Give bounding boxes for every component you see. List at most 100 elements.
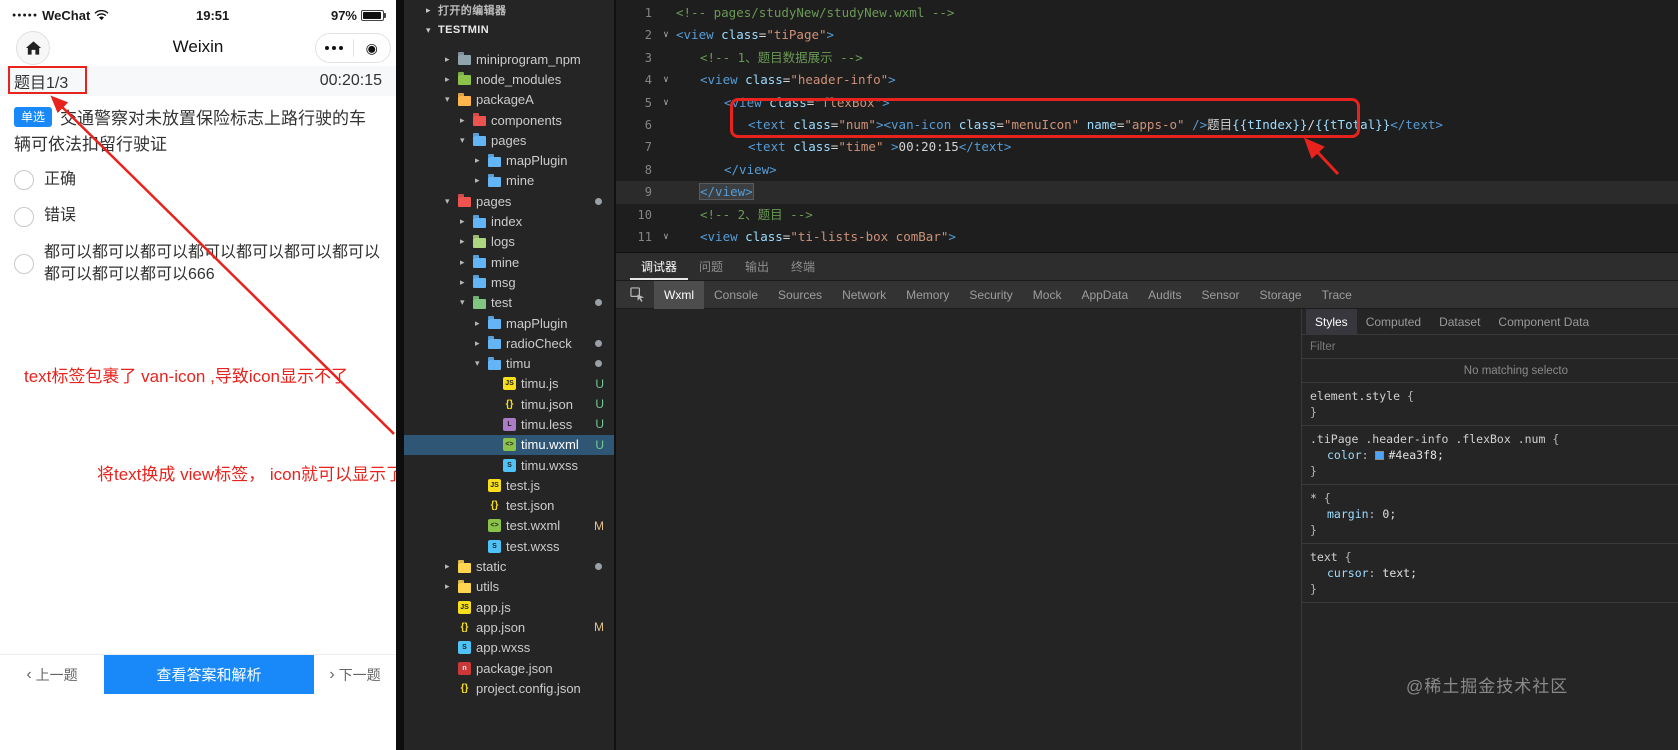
tree-file-timu.less[interactable]: Ltimu.less U [404, 414, 614, 434]
exit-target-icon[interactable]: ◉ [354, 34, 391, 62]
code-line[interactable]: 5 ∨ <view class="flexBox"> [616, 92, 1678, 114]
tree-file-test.wxml[interactable]: <> test.wxml M [404, 516, 614, 536]
file-label: app.wxss [476, 640, 531, 656]
tree-file-app.js[interactable]: JS app.js [404, 597, 614, 617]
code-line[interactable]: 8 </view> [616, 159, 1678, 181]
code-line[interactable]: 9 </view> [616, 181, 1678, 204]
tree-folder-mapPlugin[interactable]: ▸ mapPlugin [404, 313, 614, 333]
open-editors-header[interactable]: ▸ 打开的编辑器 [404, 0, 614, 20]
devtools-tab-4[interactable]: Memory [896, 281, 959, 309]
open-brace: { [1316, 491, 1331, 505]
debug-tab-2[interactable]: 输出 [734, 253, 780, 280]
styles-tab-2[interactable]: Dataset [1430, 309, 1489, 335]
tree-file-timu.json[interactable]: {} timu.json U [404, 394, 614, 414]
project-header[interactable]: ▾ TESTMIN [404, 20, 614, 40]
tree-file-test.wxss[interactable]: Stest.wxss [404, 536, 614, 556]
tree-folder-mine[interactable]: ▸ mine [404, 252, 614, 272]
file-tree: ▸ miniprogram_npm ▸ node_modules ▾ packageA ▸ c… [404, 49, 614, 699]
code-line[interactable]: 11 ∨ <view class="ti-lists-box comBar"> [616, 226, 1678, 248]
radio-circle-icon[interactable] [14, 170, 34, 191]
tree-file-project.config.json[interactable]: {} project.config.json [404, 678, 614, 698]
tree-folder-utils[interactable]: ▸ utils [404, 577, 614, 597]
devtools-tab-9[interactable]: Sensor [1192, 281, 1250, 309]
tree-folder-components[interactable]: ▸ components [404, 110, 614, 130]
tree-folder-pages[interactable]: ▾ pages [404, 191, 614, 211]
code-line[interactable]: 4 ∨ <view class="header-info"> [616, 69, 1678, 91]
debug-tab-1[interactable]: 问题 [688, 253, 734, 280]
tree-folder-test[interactable]: ▾ test [404, 293, 614, 313]
tree-folder-miniprogram_npm[interactable]: ▸ miniprogram_npm [404, 49, 614, 69]
tree-folder-mine[interactable]: ▸ mine [404, 171, 614, 191]
devtools-tab-7[interactable]: AppData [1071, 281, 1138, 309]
tree-folder-logs[interactable]: ▸ logs [404, 232, 614, 252]
color-swatch[interactable] [1375, 451, 1385, 460]
tree-folder-index[interactable]: ▸ index [404, 211, 614, 231]
devtools-tab-0[interactable]: Wxml [654, 280, 704, 309]
file-label: project.config.json [476, 680, 581, 696]
css-declaration[interactable]: color: #4ea3f8; [1310, 447, 1670, 463]
radio-circle-icon[interactable] [14, 206, 34, 227]
styles-tab-0[interactable]: Styles [1306, 308, 1357, 335]
devtools-tab-2[interactable]: Sources [768, 281, 832, 309]
code-line[interactable]: 3 <!-- 1、题目数据展示 --> [616, 47, 1678, 69]
quiz-option[interactable]: 正确 [14, 162, 382, 198]
devtools-tab-8[interactable]: Audits [1138, 281, 1191, 309]
code-line[interactable]: 7 <text class="time" >00:20:15</text> [616, 136, 1678, 158]
radio-circle-icon[interactable] [14, 254, 34, 275]
devtools-tab-6[interactable]: Mock [1023, 281, 1072, 309]
view-answer-button[interactable]: 查看答案和解析 [104, 655, 314, 694]
styles-tab-3[interactable]: Component Data [1489, 309, 1598, 335]
code-line[interactable]: 2 ∨ <view class="tiPage"> [616, 24, 1678, 46]
code-line[interactable]: 1 <!-- pages/studyNew/studyNew.wxml --> [616, 2, 1678, 24]
tree-file-app.wxss[interactable]: Sapp.wxss [404, 638, 614, 658]
debug-tab-3[interactable]: 终端 [780, 253, 826, 280]
folder-icon [473, 275, 486, 289]
rule-selector[interactable]: text [1310, 550, 1338, 564]
tree-folder-node_modules[interactable]: ▸ node_modules [404, 69, 614, 89]
tree-folder-radioCheck[interactable]: ▸ radioCheck [404, 333, 614, 353]
quiz-option[interactable]: 错误 [14, 198, 382, 234]
quiz-option[interactable]: 都可以都可以都可以都可以都可以都可以都可以都可以都可以都可以666 [14, 235, 382, 294]
devtools-tab-10[interactable]: Storage [1250, 281, 1312, 309]
rule-selector[interactable]: .tiPage .header-info .flexBox .num [1310, 432, 1545, 446]
code-line[interactable]: 6 <text class="num"><van-icon class="menu… [616, 114, 1678, 136]
folder-icon [473, 133, 486, 147]
css-declaration[interactable]: margin: 0; [1310, 506, 1670, 522]
tree-file-test.json[interactable]: {} test.json [404, 496, 614, 516]
prev-label: 上一题 [35, 666, 78, 683]
styles-filter-input[interactable]: Filter [1302, 335, 1678, 359]
tree-file-package.json[interactable]: n package.json [404, 658, 614, 678]
element-picker-icon[interactable] [624, 284, 650, 306]
chevron-right-icon: › [329, 665, 335, 683]
tree-folder-msg[interactable]: ▸ msg [404, 272, 614, 292]
colon: : [1368, 507, 1383, 521]
tree-file-timu.js[interactable]: JS timu.js U [404, 374, 614, 394]
tree-folder-static[interactable]: ▸ static [404, 556, 614, 576]
styles-tab-1[interactable]: Computed [1357, 309, 1430, 335]
rule-selector[interactable]: * [1310, 491, 1317, 505]
line-content: <!-- 1、题目数据展示 --> [676, 47, 1678, 69]
less-file-icon: L [503, 417, 516, 431]
tree-file-timu.wxml[interactable]: <> timu.wxml U [404, 434, 614, 455]
tree-file-test.js[interactable]: JS test.js [404, 475, 614, 495]
rule-selector[interactable]: element.style [1310, 389, 1400, 403]
code-token: "tiPage" [766, 27, 827, 43]
next-question-button[interactable]: › 下一题 [314, 655, 396, 694]
code-line[interactable]: 10 <!-- 2、题目 --> [616, 204, 1678, 226]
tree-folder-packageA[interactable]: ▾ packageA [404, 90, 614, 110]
devtools-tab-5[interactable]: Security [959, 281, 1022, 309]
devtools-tab-11[interactable]: Trace [1312, 281, 1362, 309]
css-declaration[interactable]: cursor: text; [1310, 565, 1670, 581]
tree-folder-timu[interactable]: ▾ timu [404, 353, 614, 373]
code-token: </view> [700, 184, 753, 200]
prev-question-button[interactable]: ‹ 上一题 [0, 655, 104, 694]
tree-file-timu.wxss[interactable]: Stimu.wxss [404, 455, 614, 475]
debug-tab-0[interactable]: 调试器 [630, 253, 688, 280]
tree-folder-pages[interactable]: ▾ pages [404, 130, 614, 150]
devtools-tab-3[interactable]: Network [832, 281, 896, 309]
folder-icon [473, 295, 486, 309]
devtools-tab-1[interactable]: Console [704, 281, 768, 309]
more-menu-icon[interactable] [316, 46, 353, 50]
tree-folder-mapPlugin[interactable]: ▸ mapPlugin [404, 150, 614, 170]
tree-file-app.json[interactable]: {} app.json M [404, 617, 614, 637]
